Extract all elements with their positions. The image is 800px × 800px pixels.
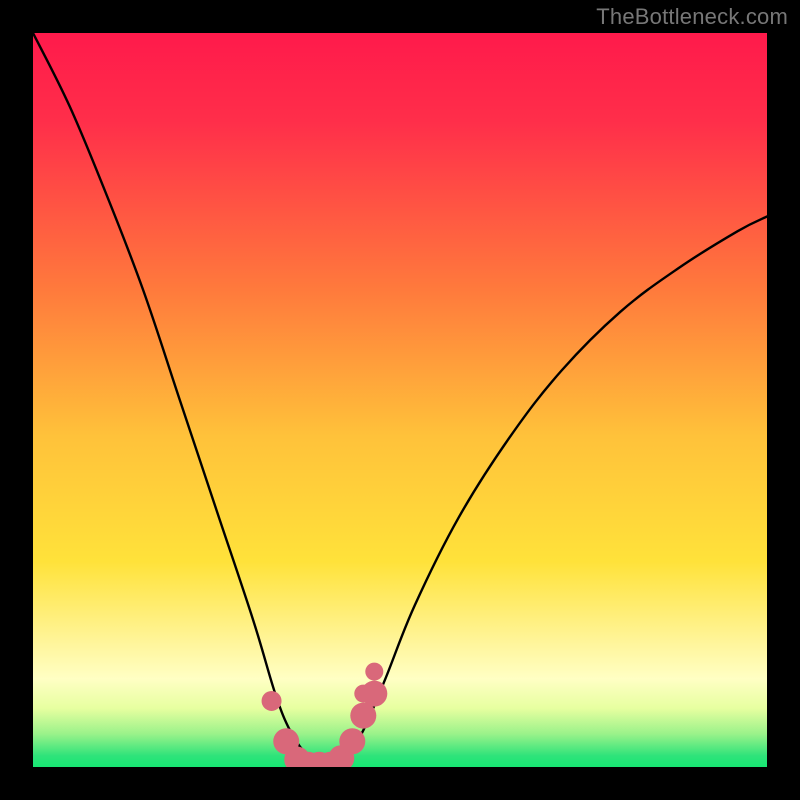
highlight-markers [262,663,388,767]
bottleneck-curve-left [33,33,319,763]
highlight-dot [339,728,365,754]
watermark-text: TheBottleneck.com [596,4,788,30]
highlight-dot [262,691,282,711]
highlight-dot [365,663,383,681]
chart-plot-area [33,33,767,767]
bottleneck-curve-right [319,217,767,765]
chart-curve-layer [33,33,767,767]
highlight-dot [350,703,376,729]
highlight-dot [361,681,387,707]
